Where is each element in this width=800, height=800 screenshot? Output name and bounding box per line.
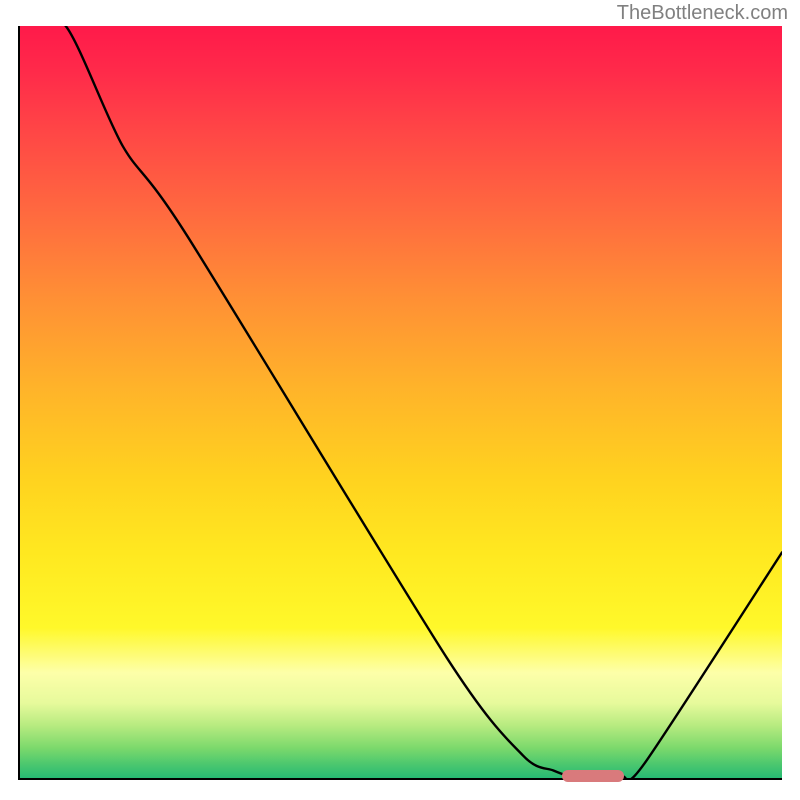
optimal-marker [562,770,623,782]
plot-area [18,26,782,780]
watermark-text: TheBottleneck.com [617,2,788,25]
bottleneck-curve [20,26,782,778]
